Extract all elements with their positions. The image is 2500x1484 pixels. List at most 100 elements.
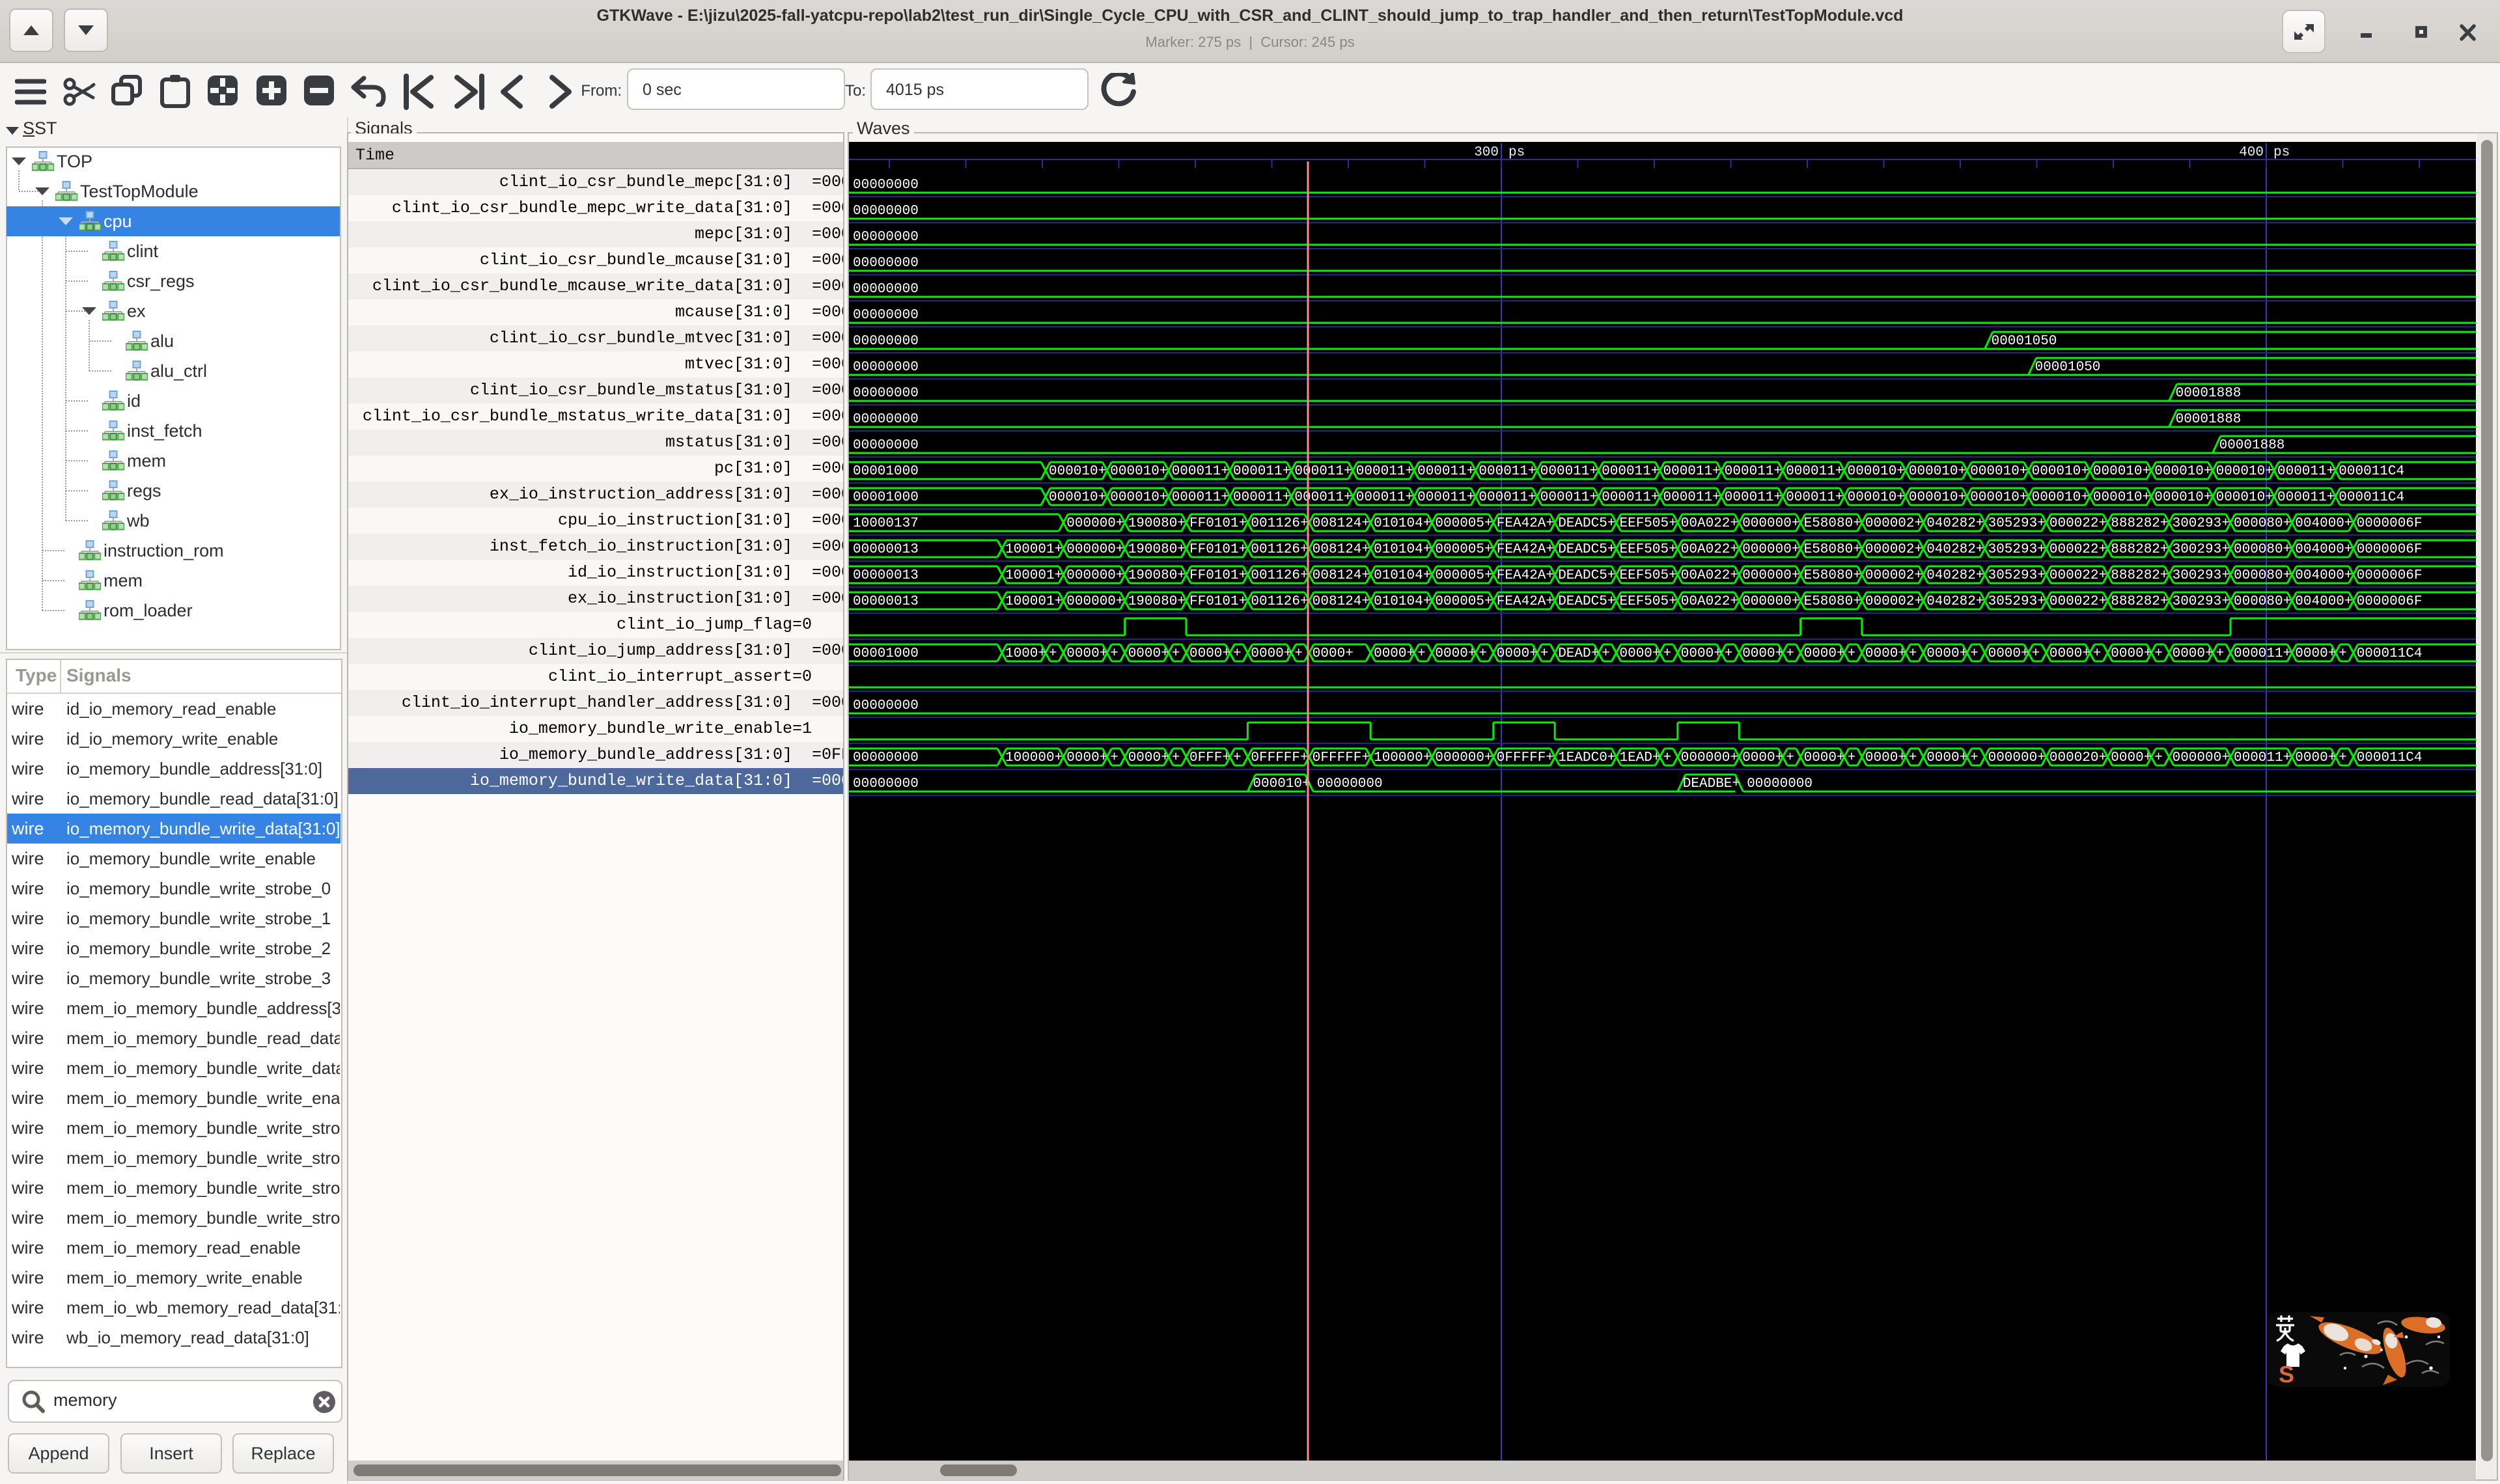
svg-text:E58080+: E58080+ bbox=[1804, 594, 1861, 609]
svg-text:000022+: 000022+ bbox=[2049, 594, 2107, 609]
svg-text:+: + bbox=[1663, 750, 1672, 765]
svg-text:000010+: 000010+ bbox=[1049, 490, 1106, 505]
svg-text:DEADBE+: DEADBE+ bbox=[1683, 776, 1740, 791]
svg-text:+: + bbox=[1848, 750, 1856, 765]
svg-text:001126+: 001126+ bbox=[1251, 542, 1308, 557]
svg-text:004000+: 004000+ bbox=[2295, 568, 2352, 583]
svg-text:0FFFFF+: 0FFFFF+ bbox=[1251, 750, 1308, 765]
svg-text:010104+: 010104+ bbox=[1374, 594, 1431, 609]
svg-text:000010+: 000010+ bbox=[1253, 776, 1310, 791]
svg-text:0000+: 0000+ bbox=[1865, 750, 1906, 765]
svg-text:00A022+: 00A022+ bbox=[1681, 516, 1738, 531]
svg-text:+: + bbox=[2339, 646, 2347, 661]
svg-text:0000+: 0000+ bbox=[1066, 750, 1107, 765]
svg-text:000011+: 000011+ bbox=[1479, 490, 1536, 505]
svg-text:0000+: 0000+ bbox=[1804, 750, 1845, 765]
svg-text:000011+: 000011+ bbox=[1786, 490, 1843, 505]
svg-text:100001+: 100001+ bbox=[1005, 542, 1062, 557]
svg-text:190080+: 190080+ bbox=[1128, 594, 1186, 609]
svg-text:300293+: 300293+ bbox=[2173, 594, 2230, 609]
svg-text:+: + bbox=[2093, 646, 2102, 661]
svg-text:00000000: 00000000 bbox=[1317, 776, 1383, 791]
svg-text:000000+: 000000+ bbox=[1435, 750, 1492, 765]
svg-text:0000+: 0000+ bbox=[2295, 750, 2336, 765]
svg-text:00000000: 00000000 bbox=[853, 256, 919, 271]
svg-text:0000006F: 0000006F bbox=[2357, 542, 2423, 557]
svg-text:00000013: 00000013 bbox=[853, 594, 919, 609]
svg-text:+: + bbox=[2154, 750, 2163, 765]
svg-text:00000000: 00000000 bbox=[853, 698, 919, 713]
svg-text:000011C4: 000011C4 bbox=[2357, 750, 2423, 765]
svg-text:0000006F: 0000006F bbox=[2357, 568, 2423, 583]
svg-text:0FFFFF+: 0FFFFF+ bbox=[1497, 750, 1554, 765]
svg-text:000011+: 000011+ bbox=[1540, 490, 1598, 505]
svg-text:000010+: 000010+ bbox=[1110, 490, 1167, 505]
svg-text:00000000: 00000000 bbox=[853, 334, 919, 349]
svg-text:100000+: 100000+ bbox=[1005, 750, 1062, 765]
svg-text:000010+: 000010+ bbox=[1909, 490, 1966, 505]
svg-text:+: + bbox=[1909, 646, 1917, 661]
svg-text:FF0101+: FF0101+ bbox=[1189, 594, 1247, 609]
svg-text:00000000: 00000000 bbox=[853, 776, 919, 791]
svg-text:1000+: 1000+ bbox=[1005, 646, 1046, 661]
svg-text:ps: ps bbox=[1508, 145, 1525, 160]
svg-text:00000000: 00000000 bbox=[853, 360, 919, 375]
svg-text:EEF505+: EEF505+ bbox=[1620, 594, 1677, 609]
svg-text:010104+: 010104+ bbox=[1374, 568, 1431, 583]
svg-text:000011+: 000011+ bbox=[1233, 464, 1290, 479]
svg-text:0000+: 0000+ bbox=[1251, 646, 1292, 661]
svg-text:00000000: 00000000 bbox=[853, 204, 919, 219]
svg-text:00A022+: 00A022+ bbox=[1681, 542, 1738, 557]
svg-text:0000+: 0000+ bbox=[1742, 646, 1783, 661]
svg-text:000011+: 000011+ bbox=[1172, 464, 1229, 479]
svg-text:000011+: 000011+ bbox=[1786, 464, 1843, 479]
svg-text:000011+: 000011+ bbox=[1602, 464, 1659, 479]
svg-text:001126+: 001126+ bbox=[1251, 516, 1308, 531]
svg-text:000010+: 000010+ bbox=[2216, 490, 2273, 505]
svg-text:000080+: 000080+ bbox=[2234, 568, 2291, 583]
svg-text:100001+: 100001+ bbox=[1005, 594, 1062, 609]
svg-text:00000013: 00000013 bbox=[853, 542, 919, 557]
svg-text:FEA42A+: FEA42A+ bbox=[1497, 542, 1554, 557]
svg-text:000010+: 000010+ bbox=[2093, 464, 2150, 479]
svg-text:300293+: 300293+ bbox=[2173, 568, 2230, 583]
svg-text:0000+: 0000+ bbox=[2173, 646, 2214, 661]
svg-text:888282+: 888282+ bbox=[2111, 542, 2168, 557]
svg-text:300: 300 bbox=[1474, 145, 1499, 160]
svg-text:000080+: 000080+ bbox=[2234, 542, 2291, 557]
svg-text:00000000: 00000000 bbox=[1747, 776, 1812, 791]
svg-text:190080+: 190080+ bbox=[1128, 542, 1186, 557]
svg-text:100000+: 100000+ bbox=[1374, 750, 1431, 765]
svg-text:000011+: 000011+ bbox=[2234, 750, 2291, 765]
svg-text:+: + bbox=[1049, 646, 1057, 661]
svg-text:0000+: 0000+ bbox=[1189, 646, 1230, 661]
svg-text:0000+: 0000+ bbox=[1128, 750, 1169, 765]
svg-text:000011+: 000011+ bbox=[1602, 490, 1659, 505]
svg-text:DEADC5+: DEADC5+ bbox=[1558, 594, 1615, 609]
svg-text:305293+: 305293+ bbox=[1988, 568, 2046, 583]
svg-text:100001+: 100001+ bbox=[1005, 568, 1062, 583]
svg-text:00000013: 00000013 bbox=[853, 568, 919, 583]
svg-text:FEA42A+: FEA42A+ bbox=[1497, 568, 1554, 583]
svg-text:000022+: 000022+ bbox=[2049, 568, 2107, 583]
svg-text:000005+: 000005+ bbox=[1435, 594, 1492, 609]
svg-text:+: + bbox=[1110, 646, 1118, 661]
svg-text:1EAD+: 1EAD+ bbox=[1620, 750, 1661, 765]
svg-text:0000+: 0000+ bbox=[1620, 646, 1661, 661]
svg-text:+: + bbox=[1172, 646, 1180, 661]
svg-text:000002+: 000002+ bbox=[1865, 542, 1923, 557]
svg-text:00001000: 00001000 bbox=[853, 490, 919, 505]
svg-text:+: + bbox=[1172, 750, 1180, 765]
svg-text:0000+: 0000+ bbox=[1066, 646, 1107, 661]
svg-text:DEADC5+: DEADC5+ bbox=[1558, 542, 1615, 557]
svg-text:S: S bbox=[2279, 1361, 2294, 1386]
svg-text:+: + bbox=[1479, 646, 1487, 661]
svg-text:0000+: 0000+ bbox=[2295, 646, 2336, 661]
svg-text:000011+: 000011+ bbox=[2277, 490, 2335, 505]
svg-text:10000137: 10000137 bbox=[853, 516, 919, 531]
svg-text:888282+: 888282+ bbox=[2111, 594, 2168, 609]
svg-text:+: + bbox=[1540, 646, 1549, 661]
svg-text:+: + bbox=[2154, 646, 2163, 661]
svg-text:000000+: 000000+ bbox=[1742, 568, 1799, 583]
svg-text:E58080+: E58080+ bbox=[1804, 568, 1861, 583]
